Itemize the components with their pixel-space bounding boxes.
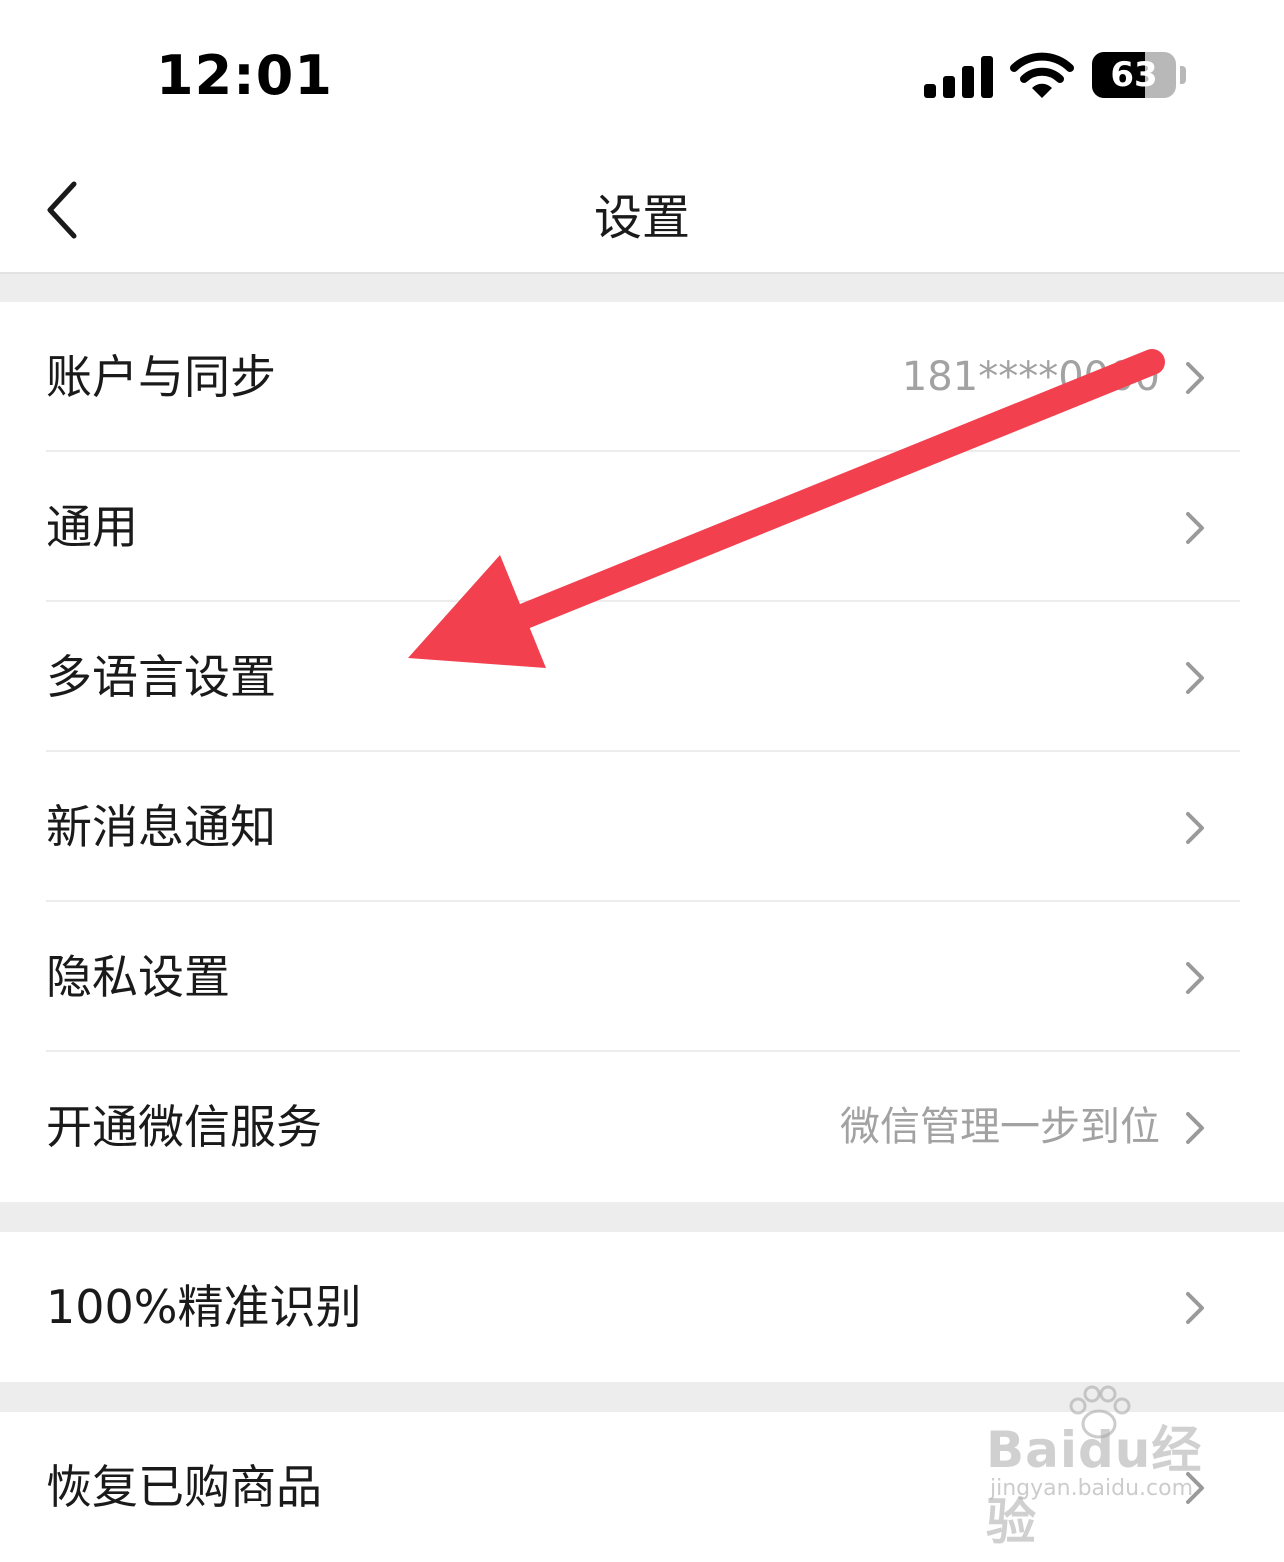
chevron-right-icon — [1186, 512, 1204, 544]
row-label: 多语言设置 — [46, 650, 276, 704]
wifi-icon — [1010, 52, 1074, 98]
chevron-right-icon — [1186, 962, 1204, 994]
row-label: 100%精准识别 — [46, 1280, 362, 1334]
battery-body: 63 — [1092, 52, 1176, 98]
row-label: 账户与同步 — [46, 350, 276, 404]
account-phone-value: 181****0000 — [901, 354, 1160, 400]
wechat-service-hint: 微信管理一步到位 — [840, 1104, 1160, 1150]
row-label: 开通微信服务 — [46, 1100, 322, 1154]
settings-row-notifications[interactable]: 新消息通知 — [0, 752, 1284, 902]
status-time: 12:01 — [156, 44, 333, 107]
settings-row-privacy[interactable]: 隐私设置 — [0, 902, 1284, 1052]
cellular-signal-icon — [924, 56, 993, 98]
settings-row-restore-purchases[interactable]: 恢复已购商品 — [0, 1412, 1284, 1562]
battery-tip — [1180, 66, 1186, 84]
settings-group-purchases: 恢复已购商品 — [0, 1412, 1284, 1562]
chevron-right-icon — [1186, 1472, 1204, 1504]
row-label: 新消息通知 — [46, 800, 276, 854]
settings-group-recognition: 100%精准识别 — [0, 1232, 1284, 1382]
settings-group-main: 账户与同步 181****0000 通用 多语言设置 新消息通知 隐私设置 开通… — [0, 302, 1284, 1202]
page-title: 设置 — [593, 190, 690, 246]
status-bar: 12:01 63 — [0, 0, 1284, 150]
battery-level-text: 63 — [1110, 55, 1158, 95]
chevron-right-icon — [1186, 362, 1204, 394]
settings-row-general[interactable]: 通用 — [0, 452, 1284, 602]
chevron-right-icon — [1186, 812, 1204, 844]
navigation-bar: 设置 — [0, 150, 1284, 274]
chevron-right-icon — [1186, 662, 1204, 694]
settings-row-wechat-service[interactable]: 开通微信服务 微信管理一步到位 — [0, 1052, 1284, 1202]
settings-row-language[interactable]: 多语言设置 — [0, 602, 1284, 752]
chevron-right-icon — [1186, 1112, 1204, 1144]
row-label: 恢复已购商品 — [46, 1460, 322, 1514]
row-label: 隐私设置 — [46, 950, 230, 1004]
settings-row-precise-recognition[interactable]: 100%精准识别 — [0, 1232, 1284, 1382]
battery-indicator: 63 — [1092, 52, 1190, 100]
settings-row-account-sync[interactable]: 账户与同步 181****0000 — [0, 302, 1284, 452]
row-label: 通用 — [46, 500, 138, 554]
chevron-right-icon — [1186, 1292, 1204, 1324]
